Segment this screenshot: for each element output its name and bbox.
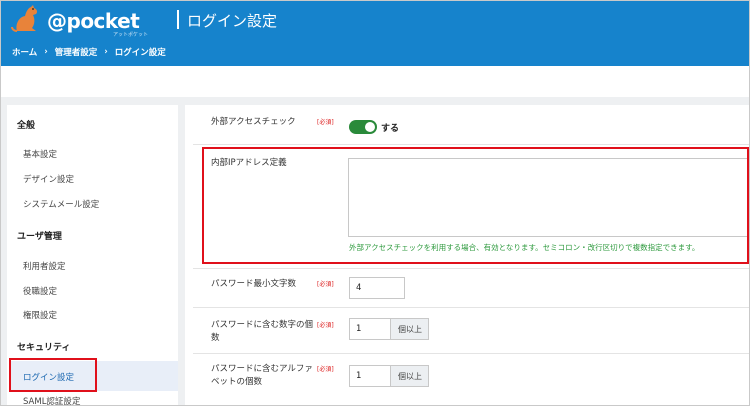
sidebar-item-permission-settings[interactable]: 権限設定 [23,309,57,321]
header-divider [177,10,179,29]
sidebar-item-position-settings[interactable]: 役職設定 [23,285,57,297]
breadcrumb-home[interactable]: ホーム [12,46,37,58]
password-digits-input[interactable]: 1 [350,319,390,339]
sidebar-heading-user-management: ユーザ管理 [17,232,62,242]
password-alpha-input[interactable]: 1 [350,366,390,386]
external-access-label: 外部アクセスチェック [211,117,296,127]
password-digits-label-line1: パスワードに含む数字の個 [211,320,314,330]
sidebar-item-user-settings[interactable]: 利用者設定 [23,260,66,272]
toggle-knob [365,122,375,132]
brand-subtitle: アットポケット [113,32,149,38]
password-digits-label: パスワードに含む数字の個 数 [211,319,313,345]
row-divider [193,353,749,354]
kangaroo-logo-icon [11,5,38,32]
password-digits-stepper: 1 個以上 [349,318,429,340]
app-header: @pocket アットポケット ログイン設定 ホーム › 管理者設定 › ログイ… [1,1,749,66]
sidebar-item-saml-settings[interactable]: SAML認証設定 [23,395,80,405]
password-digits-label-line2: 数 [211,333,220,343]
sidebar-item-system-mail-settings[interactable]: システムメール設定 [23,198,99,210]
chevron-right-icon: › [44,47,48,57]
required-badge: [必須] [317,322,334,329]
required-badge: [必須] [317,281,334,288]
required-badge: [必須] [317,366,334,373]
app-window: @pocket アットポケット ログイン設定 ホーム › 管理者設定 › ログイ… [0,0,750,406]
sidebar-heading-security: セキュリティ [17,343,71,353]
toggle-label: する [381,124,400,134]
sidebar-item-basic-settings[interactable]: 基本設定 [23,148,57,160]
row-divider [193,307,749,308]
highlight-box-internal-ip [202,147,749,264]
page-title: ログイン設定 [187,12,278,30]
external-access-toggle[interactable] [349,120,377,134]
password-min-label: パスワード最小文字数 [211,279,297,289]
highlight-box-sidebar [9,358,97,392]
breadcrumb: ホーム › 管理者設定 › ログイン設定 [12,46,166,58]
required-badge: [必須] [317,119,334,126]
chevron-right-icon: › [104,47,108,57]
password-alpha-label-line1: パスワードに含むアルファ [211,364,313,374]
breadcrumb-admin-settings[interactable]: 管理者設定 [55,46,98,58]
password-alpha-stepper: 1 個以上 [349,365,429,387]
row-divider [193,144,749,145]
password-digits-unit: 個以上 [390,319,428,339]
password-alpha-label-line2: ベットの個数 [211,377,263,387]
password-min-input[interactable]: 4 [349,277,405,299]
brand-logo[interactable]: @pocket [47,9,140,33]
password-alpha-unit: 個以上 [390,366,428,386]
sidebar-item-design-settings[interactable]: デザイン設定 [23,173,74,185]
sidebar-heading-general: 全般 [17,121,36,131]
breadcrumb-current: ログイン設定 [114,48,166,58]
row-divider [193,268,749,269]
password-alpha-label: パスワードに含むアルファ ベットの個数 [211,363,313,389]
